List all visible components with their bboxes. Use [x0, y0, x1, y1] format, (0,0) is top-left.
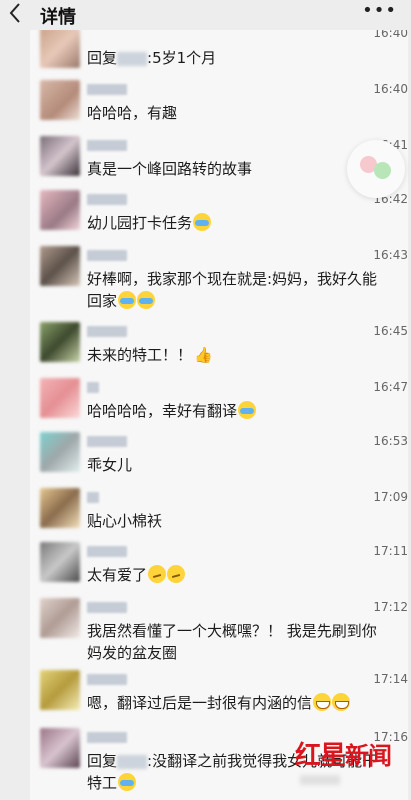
- comment-body: 哈哈哈哈，幸好有翻译: [87, 402, 238, 420]
- comment-text: 贴心小棉袄: [87, 512, 163, 530]
- avatar[interactable]: [40, 670, 80, 710]
- avatar[interactable]: [40, 322, 80, 362]
- blurred-nickname[interactable]: [87, 674, 127, 685]
- blurred-nickname[interactable]: [87, 492, 99, 503]
- back-arrow-svg: [9, 3, 20, 23]
- avatar[interactable]: [40, 378, 80, 418]
- comment-text: 乖女儿: [87, 456, 133, 474]
- news-watermark-logo: 红星新闻: [295, 735, 392, 772]
- blur-overlay: [300, 775, 340, 785]
- blurred-nickname[interactable]: [87, 140, 127, 151]
- comment-time: 16:45: [373, 324, 408, 338]
- blurred-nickname[interactable]: [87, 194, 127, 205]
- comment-text: 未来的特工！！ 👍: [87, 344, 387, 366]
- blurred-nickname[interactable]: [87, 84, 127, 95]
- comment-time: 17:11: [373, 544, 408, 558]
- laugh-cry-emoji-icon: [238, 401, 257, 419]
- chevron-left-icon[interactable]: [8, 2, 32, 28]
- comment-text: 哈哈哈哈，幸好有翻译: [87, 400, 387, 422]
- comment-body: 太有爱了: [87, 566, 148, 584]
- comment-body: 未来的特工！！: [87, 346, 193, 364]
- thinking-emoji-icon: [167, 565, 186, 583]
- comment-body: 幼儿园打卡任务: [87, 214, 193, 232]
- avatar[interactable]: [40, 190, 80, 230]
- watermark-brand: 红星: [295, 741, 346, 771]
- comment-text: 真是一个峰回路转的故事: [87, 160, 253, 178]
- blurred-username: [117, 51, 148, 66]
- top-bar: 详情 •••: [0, 0, 411, 30]
- comment-list[interactable]: 16:40 回复:5岁1个月 16:40 哈哈哈，有趣 16:41 真是一个峰回…: [30, 28, 408, 800]
- avatar[interactable]: [40, 728, 80, 768]
- blurred-nickname[interactable]: [87, 382, 99, 393]
- avatar[interactable]: [40, 488, 80, 528]
- grin-emoji-icon: [332, 693, 351, 711]
- blurred-nickname[interactable]: [87, 732, 127, 743]
- comment-time: 16:53: [373, 434, 408, 448]
- blurred-nickname[interactable]: [87, 602, 127, 613]
- blurred-username: [117, 754, 148, 769]
- page-title: 详情: [40, 7, 76, 28]
- laugh-cry-emoji-icon: [137, 291, 156, 309]
- avatar[interactable]: [40, 432, 80, 472]
- avatar[interactable]: [40, 80, 80, 120]
- avatar[interactable]: [40, 542, 80, 582]
- thinking-emoji-icon: [148, 565, 167, 583]
- avatar[interactable]: [40, 246, 80, 286]
- comment-body: 嗯，翻译过后是一封很有内涵的信: [87, 694, 313, 712]
- reply-prefix: 回复: [87, 49, 118, 67]
- sticker-face-green: [374, 162, 391, 179]
- blurred-nickname[interactable]: [87, 546, 127, 557]
- avatar[interactable]: [40, 28, 80, 68]
- emoji-sticker-icon[interactable]: [347, 140, 405, 198]
- thumbs-up-icon: 👍: [194, 346, 213, 364]
- laugh-cry-emoji-icon: [118, 291, 137, 309]
- reply-prefix: 回复: [87, 752, 118, 770]
- comment-time: 16:40: [373, 82, 408, 96]
- comment-time: 16:43: [373, 248, 408, 262]
- more-dots-icon[interactable]: •••: [362, 0, 397, 21]
- comment-time: 17:09: [373, 490, 408, 504]
- watermark-sub: 新闻: [345, 741, 392, 770]
- comment-text: 嗯，翻译过后是一封很有内涵的信: [87, 692, 387, 714]
- comment-text: 太有爱了: [87, 564, 387, 586]
- avatar[interactable]: [40, 598, 80, 638]
- laugh-cry-emoji-icon: [193, 213, 212, 231]
- blurred-nickname[interactable]: [87, 326, 127, 337]
- comment-body: 5岁1个月: [152, 49, 217, 67]
- grin-emoji-icon: [313, 693, 332, 711]
- comment-text: 哈哈哈，有趣: [87, 104, 178, 122]
- blurred-nickname[interactable]: [87, 250, 127, 261]
- avatar[interactable]: [40, 136, 80, 176]
- comment-time: 17:12: [373, 600, 408, 614]
- comment-time: 16:47: [373, 380, 408, 394]
- comment-time: 17:14: [373, 672, 408, 686]
- comment-text: 幼儿园打卡任务: [87, 212, 387, 234]
- laugh-cry-emoji-icon: [118, 773, 137, 791]
- blurred-nickname[interactable]: [87, 436, 127, 447]
- comment-text: 好棒啊，我家那个现在就是:妈妈，我好久能回家: [87, 268, 387, 312]
- comment-text: 我居然看懂了一个大概嘿？！ 我是先刷到你妈发的盆友圈: [87, 622, 377, 662]
- comment-text: 回复:5岁1个月: [87, 47, 387, 69]
